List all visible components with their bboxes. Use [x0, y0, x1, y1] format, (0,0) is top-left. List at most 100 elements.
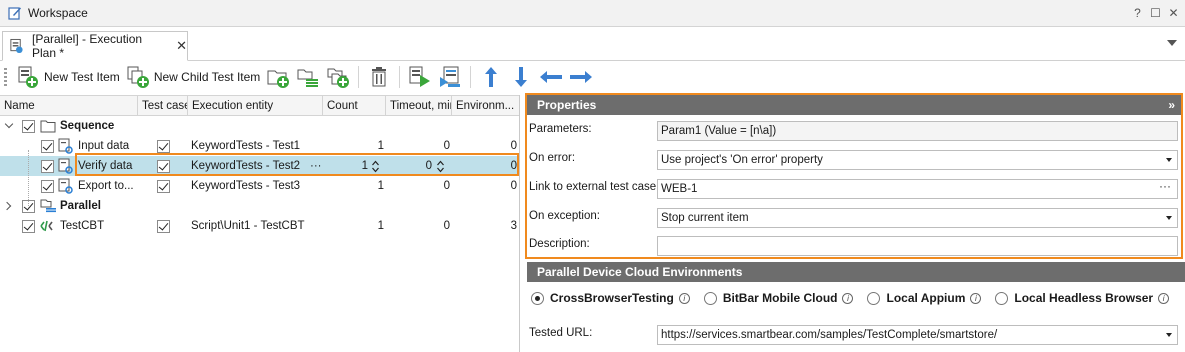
column-timeout[interactable]: Timeout, min: [386, 96, 452, 116]
move-up-button[interactable]: [476, 63, 506, 91]
new-test-item-label: New Test Item: [44, 70, 120, 84]
new-test-item-button[interactable]: New Test Item: [13, 63, 123, 91]
timeout-spinner-icon[interactable]: [437, 160, 444, 173]
toolbar-grip[interactable]: [4, 68, 7, 86]
table-row-selected[interactable]: Verify data KeywordTests - Test2 ··· 1 0…: [0, 156, 519, 176]
maximize-button[interactable]: ☐: [1150, 6, 1161, 20]
description-row: Description:: [527, 234, 1181, 258]
radio-bitbar-mobile-cloud[interactable]: BitBar Mobile Cloud i: [703, 291, 854, 305]
new-child-test-item-button[interactable]: New Child Test Item: [123, 63, 263, 91]
chevron-down-icon[interactable]: [1166, 158, 1172, 162]
document-tab-strip: [Parallel] - Execution Plan * ✕: [0, 27, 1185, 61]
move-down-button[interactable]: [506, 63, 536, 91]
row-timeout: 0: [443, 180, 450, 192]
chevron-down-icon[interactable]: [1166, 333, 1172, 337]
info-icon[interactable]: i: [970, 292, 982, 304]
move-right-button[interactable]: [566, 63, 596, 91]
delete-button[interactable]: [364, 63, 394, 91]
table-row[interactable]: TestCBT Script\Unit1 - TestCBT 1 0 3: [0, 216, 519, 236]
row-name: Verify data: [78, 160, 133, 172]
radio-local-headless-browser[interactable]: Local Headless Browser i: [995, 291, 1170, 305]
execution-plan-grid: Name Test case Execution entity Count Ti…: [0, 95, 520, 352]
row-enabled-checkbox[interactable]: [41, 160, 54, 173]
link-value: WEB-1: [661, 183, 698, 195]
close-window-button[interactable]: ✕: [1168, 6, 1179, 20]
tab-execution-plan[interactable]: [Parallel] - Execution Plan * ✕: [2, 31, 188, 61]
row-enabled-checkbox[interactable]: [22, 120, 35, 133]
test-case-checkbox[interactable]: [157, 220, 170, 233]
row-execution-entity: KeywordTests - Test1: [191, 140, 301, 152]
radio-unselected-icon[interactable]: [703, 291, 717, 305]
row-count[interactable]: 1: [330, 156, 368, 176]
radio-local-appium[interactable]: Local Appium i: [867, 291, 982, 305]
parameters-field: Param1 (Value = [n\a]): [657, 121, 1178, 141]
column-name[interactable]: Name: [0, 96, 138, 116]
run-test-icon: [409, 66, 431, 87]
parameters-row: Parameters: Param1 (Value = [n\a]): [527, 119, 1181, 143]
collapse-panel-icon[interactable]: »: [1168, 95, 1175, 115]
link-field[interactable]: WEB-1 ···: [657, 179, 1178, 199]
radio-crossbrowsertesting[interactable]: CrossBrowserTesting i: [531, 291, 690, 305]
parallel-folder-icon: [297, 69, 319, 87]
row-enabled-checkbox[interactable]: [41, 140, 54, 153]
chevron-down-icon[interactable]: [1166, 216, 1172, 220]
row-environments: 0: [510, 140, 517, 152]
column-environments[interactable]: Environm...: [452, 96, 520, 116]
on-error-label: On error:: [529, 152, 576, 164]
on-error-select[interactable]: Use project's 'On error' property: [657, 150, 1178, 170]
description-field[interactable]: [657, 236, 1178, 256]
tab-close-icon[interactable]: ✕: [176, 38, 187, 54]
info-icon[interactable]: i: [842, 292, 854, 304]
tab-list-dropdown-icon[interactable]: [1167, 40, 1177, 46]
parallel-group-icon: [40, 199, 56, 213]
table-row[interactable]: Parallel: [0, 196, 519, 216]
table-row[interactable]: Input data KeywordTests - Test1 1 0 0: [0, 136, 519, 156]
run-selected-icon: [440, 66, 461, 87]
keyword-test-icon: [58, 178, 73, 194]
radio-unselected-icon[interactable]: [867, 291, 881, 305]
column-count[interactable]: Count: [323, 96, 386, 116]
test-case-checkbox[interactable]: [157, 140, 170, 153]
row-environments: 0: [510, 160, 517, 172]
new-group-button[interactable]: [263, 63, 293, 91]
column-test-case[interactable]: Test case: [138, 96, 188, 116]
tested-url-select[interactable]: https://services.smartbear.com/samples/T…: [657, 325, 1178, 345]
on-error-row: On error: Use project's 'On error' prope…: [527, 148, 1181, 172]
description-label: Description:: [529, 238, 590, 250]
row-timeout[interactable]: 0: [390, 156, 432, 176]
properties-header: Properties »: [527, 95, 1181, 115]
count-spinner-icon[interactable]: [372, 160, 379, 173]
browse-ellipsis-button[interactable]: ···: [1159, 177, 1171, 195]
run-selected-button[interactable]: [435, 63, 465, 91]
move-left-button[interactable]: [536, 63, 566, 91]
on-exception-value: Stop current item: [661, 212, 749, 224]
help-button[interactable]: ?: [1132, 6, 1143, 20]
new-parallel-group-button[interactable]: [293, 63, 323, 91]
new-child-group-button[interactable]: [323, 63, 353, 91]
radio-unselected-icon[interactable]: [995, 291, 1009, 305]
test-case-checkbox[interactable]: [157, 180, 170, 193]
test-case-checkbox[interactable]: [157, 160, 170, 173]
table-row[interactable]: Export to... KeywordTests - Test3 1 0 0: [0, 176, 519, 196]
toolbar: New Test Item New Child Test Item: [0, 61, 1185, 93]
expand-icon[interactable]: [2, 201, 12, 211]
run-button[interactable]: [405, 63, 435, 91]
arrow-left-icon: [540, 71, 563, 83]
column-execution-entity[interactable]: Execution entity: [188, 96, 323, 116]
new-test-item-icon: [18, 66, 38, 88]
on-exception-label: On exception:: [529, 210, 600, 222]
folder-icon: [40, 120, 56, 133]
info-icon[interactable]: i: [678, 292, 690, 304]
row-environments: 3: [510, 220, 517, 232]
collapse-icon[interactable]: [4, 119, 14, 129]
on-exception-select[interactable]: Stop current item: [657, 208, 1178, 228]
window-title-bar: Workspace ? ☐ ✕: [0, 0, 1185, 27]
new-child-test-item-icon: [127, 66, 149, 88]
radio-selected-icon[interactable]: [531, 291, 544, 305]
row-count: 1: [377, 220, 384, 232]
table-row[interactable]: Sequence: [0, 116, 519, 136]
row-enabled-checkbox[interactable]: [22, 220, 35, 233]
entity-browse-button[interactable]: ···: [310, 156, 322, 176]
info-icon[interactable]: i: [1158, 292, 1170, 304]
row-enabled-checkbox[interactable]: [41, 180, 54, 193]
